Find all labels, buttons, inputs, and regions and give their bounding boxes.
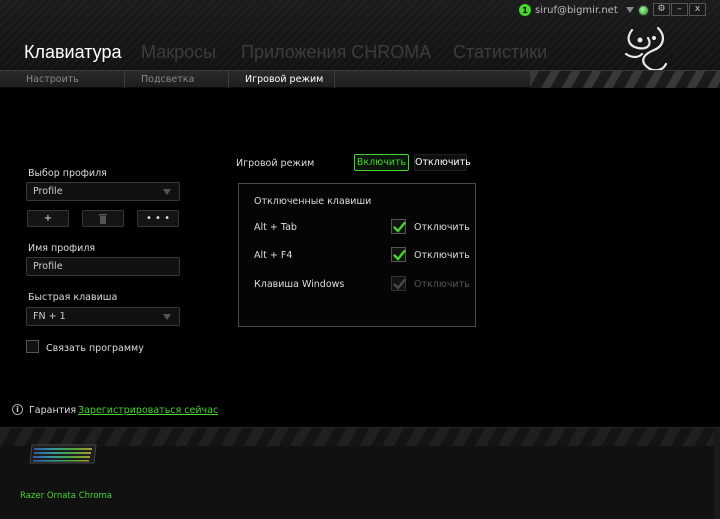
settings-button[interactable]: ⚙: [653, 3, 670, 16]
tab-chroma-apps[interactable]: Приложения CHROMA: [241, 42, 431, 63]
chevron-down-icon: [163, 314, 171, 320]
footer-scrollbar[interactable]: [714, 428, 720, 519]
alt-f4-checkbox[interactable]: [391, 247, 406, 262]
game-mode-off-button[interactable]: Отключить: [414, 154, 471, 171]
windows-key-checkbox[interactable]: [391, 276, 406, 291]
alt-tab-checkbox[interactable]: [391, 219, 406, 234]
hotkey-select[interactable]: FN + 1: [26, 307, 180, 326]
subtab-divider: [334, 71, 335, 88]
register-now-link[interactable]: Зарегистрироваться сейчас: [78, 405, 218, 416]
check-icon: [393, 249, 406, 261]
user-email[interactable]: siruf@bigmir.net: [535, 5, 618, 16]
link-program-label: Связать программу: [46, 343, 144, 354]
minimize-button[interactable]: –: [671, 3, 688, 16]
game-mode-on-button[interactable]: Включить: [354, 154, 409, 171]
subtab-customize[interactable]: Настроить: [26, 74, 79, 85]
account-area[interactable]: 1 siruf@bigmir.net: [519, 3, 649, 17]
notification-badge[interactable]: 1: [519, 4, 531, 16]
hotkey-select-value: FN + 1: [33, 311, 66, 322]
add-profile-button[interactable]: +: [27, 210, 69, 227]
subtab-divider: [228, 71, 229, 88]
trash-icon: [99, 214, 107, 224]
keyboard-device-icon[interactable]: [28, 443, 98, 467]
warranty-label: Гарантия: [29, 405, 77, 416]
profile-select[interactable]: Profile: [26, 182, 180, 201]
close-button[interactable]: x: [689, 3, 706, 16]
chevron-down-icon: [163, 189, 171, 195]
account-dropdown-icon[interactable]: [625, 7, 634, 13]
check-icon: [393, 278, 406, 290]
key-alt-f4-label: Alt + F4: [254, 250, 293, 261]
alt-tab-toggle-label: Отключить: [414, 222, 470, 233]
profile-name-input[interactable]: Profile: [26, 257, 180, 276]
subtab-divider: [124, 71, 125, 88]
more-options-button[interactable]: • • •: [137, 210, 179, 227]
info-icon: i: [12, 404, 23, 415]
link-program-checkbox[interactable]: [26, 340, 39, 353]
windows-key-toggle-label: Отключить: [414, 279, 470, 290]
profile-name-label: Имя профиля: [28, 243, 96, 254]
key-windows-label: Клавиша Windows: [254, 279, 345, 290]
alt-f4-toggle-label: Отключить: [414, 250, 470, 261]
disabled-keys-title: Отключенные клавиши: [254, 196, 372, 207]
tab-statistics[interactable]: Статистики: [453, 42, 547, 63]
sub-tab-bar: Настроить Подсветка Игровой режим: [0, 70, 720, 88]
hotkey-label: Быстрая клавиша: [28, 292, 118, 303]
device-footer: [0, 427, 720, 519]
profile-select-label: Выбор профиля: [28, 168, 107, 179]
tab-macros[interactable]: Макросы: [141, 42, 216, 63]
key-alt-tab-label: Alt + Tab: [254, 222, 297, 233]
subtab-gaming-mode[interactable]: Игровой режим: [245, 74, 323, 85]
profile-select-value: Profile: [33, 186, 63, 197]
subtab-lighting[interactable]: Подсветка: [141, 74, 194, 85]
online-status-icon: [637, 4, 649, 16]
game-mode-label: Игровой режим: [236, 158, 315, 169]
disabled-keys-panel: Отключенные клавиши Alt + Tab Отключить …: [238, 183, 476, 327]
window-controls: ⚙ – x: [653, 3, 707, 16]
tab-keyboard[interactable]: Клавиатура: [24, 42, 122, 63]
decorative-stripes: [530, 71, 720, 88]
check-icon: [393, 221, 406, 233]
device-name: Razer Ornata Chroma: [20, 491, 113, 501]
delete-profile-button[interactable]: [82, 210, 124, 227]
